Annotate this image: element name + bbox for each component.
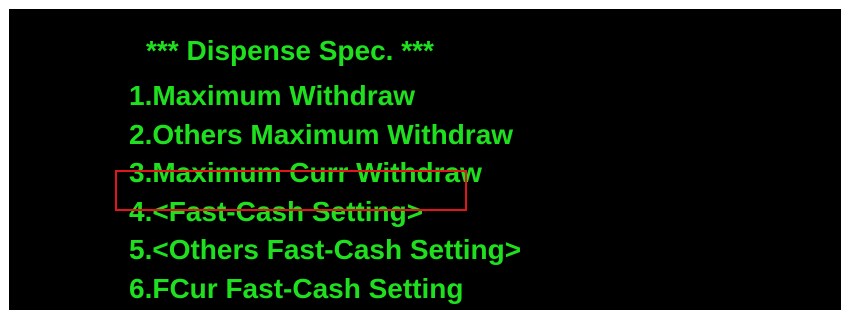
menu-item-others-fast-cash-setting[interactable]: 5.<Others Fast-Cash Setting> <box>129 231 521 270</box>
atm-screen: *** Dispense Spec. *** 1.Maximum Withdra… <box>9 9 841 310</box>
menu-item-others-maximum-withdraw[interactable]: 2.Others Maximum Withdraw <box>129 116 521 155</box>
menu-item-fast-cash-setting[interactable]: 4.<Fast-Cash Setting> <box>129 193 521 232</box>
menu-item-maximum-curr-withdraw[interactable]: 3.Maximum Curr Withdraw <box>129 154 521 193</box>
menu-item-maximum-withdraw[interactable]: 1.Maximum Withdraw <box>129 77 521 116</box>
screen-title: *** Dispense Spec. *** <box>146 35 434 66</box>
dispense-spec-menu: 1.Maximum Withdraw 2.Others Maximum With… <box>129 77 521 308</box>
menu-item-fcur-fast-cash-setting[interactable]: 6.FCur Fast-Cash Setting <box>129 270 521 309</box>
